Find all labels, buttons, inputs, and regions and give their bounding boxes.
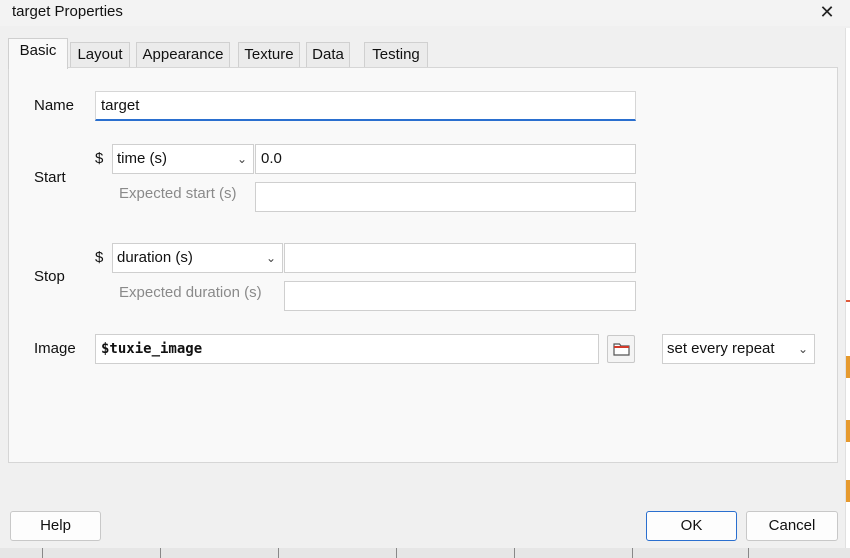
background-divider (748, 548, 749, 558)
tab-layout[interactable]: Layout (70, 42, 130, 68)
folder-icon (613, 343, 630, 356)
expected-start-input[interactable] (255, 182, 636, 212)
background-accent-mark (846, 420, 850, 442)
image-label: Image (34, 340, 76, 357)
tab-basic[interactable]: Basic (8, 38, 68, 69)
expected-duration-input[interactable] (284, 281, 636, 311)
ok-button[interactable]: OK (646, 511, 737, 541)
background-window-edge (845, 28, 850, 558)
chevron-down-icon: ⌄ (236, 152, 247, 166)
window-title: target Properties (12, 3, 123, 20)
tab-data[interactable]: Data (306, 42, 350, 68)
tab-texture[interactable]: Texture (238, 42, 300, 68)
cancel-button[interactable]: Cancel (746, 511, 838, 541)
start-type-value: time (s) (117, 150, 167, 167)
name-label: Name (34, 97, 75, 114)
image-update-value: set every repeat (667, 340, 775, 357)
help-button[interactable]: Help (10, 511, 101, 541)
start-label: Start (34, 169, 66, 186)
title-bar: target Properties ✕ (0, 0, 850, 26)
stop-type-value: duration (s) (117, 249, 193, 266)
expected-duration-label: Expected duration (s) (119, 284, 262, 301)
background-accent-mark (846, 480, 850, 502)
expected-start-label: Expected start (s) (119, 185, 237, 202)
background-window-strip (0, 548, 850, 558)
background-accent-mark (846, 356, 850, 378)
name-input[interactable]: target (95, 91, 636, 121)
stop-value-input[interactable] (284, 243, 636, 273)
background-divider (632, 548, 633, 558)
chevron-down-icon: ⌄ (797, 342, 808, 356)
image-update-select[interactable]: set every repeat ⌄ (662, 334, 815, 364)
background-divider (396, 548, 397, 558)
tab-appearance[interactable]: Appearance (136, 42, 230, 68)
start-dollar-toggle[interactable]: $ (95, 150, 103, 167)
stop-dollar-toggle[interactable]: $ (95, 249, 103, 266)
browse-button[interactable] (607, 335, 635, 363)
stop-type-select[interactable]: duration (s) ⌄ (112, 243, 283, 273)
background-divider (278, 548, 279, 558)
close-icon[interactable]: ✕ (804, 0, 850, 26)
image-input[interactable]: $tuxie_image (95, 334, 599, 364)
background-divider (514, 548, 515, 558)
stop-label: Stop (34, 268, 65, 285)
chevron-down-icon: ⌄ (265, 251, 276, 265)
background-divider (160, 548, 161, 558)
background-accent-mark (846, 300, 850, 302)
background-divider (42, 548, 43, 558)
start-value-input[interactable]: 0.0 (255, 144, 636, 174)
start-type-select[interactable]: time (s) ⌄ (112, 144, 254, 174)
tab-testing[interactable]: Testing (364, 42, 428, 68)
